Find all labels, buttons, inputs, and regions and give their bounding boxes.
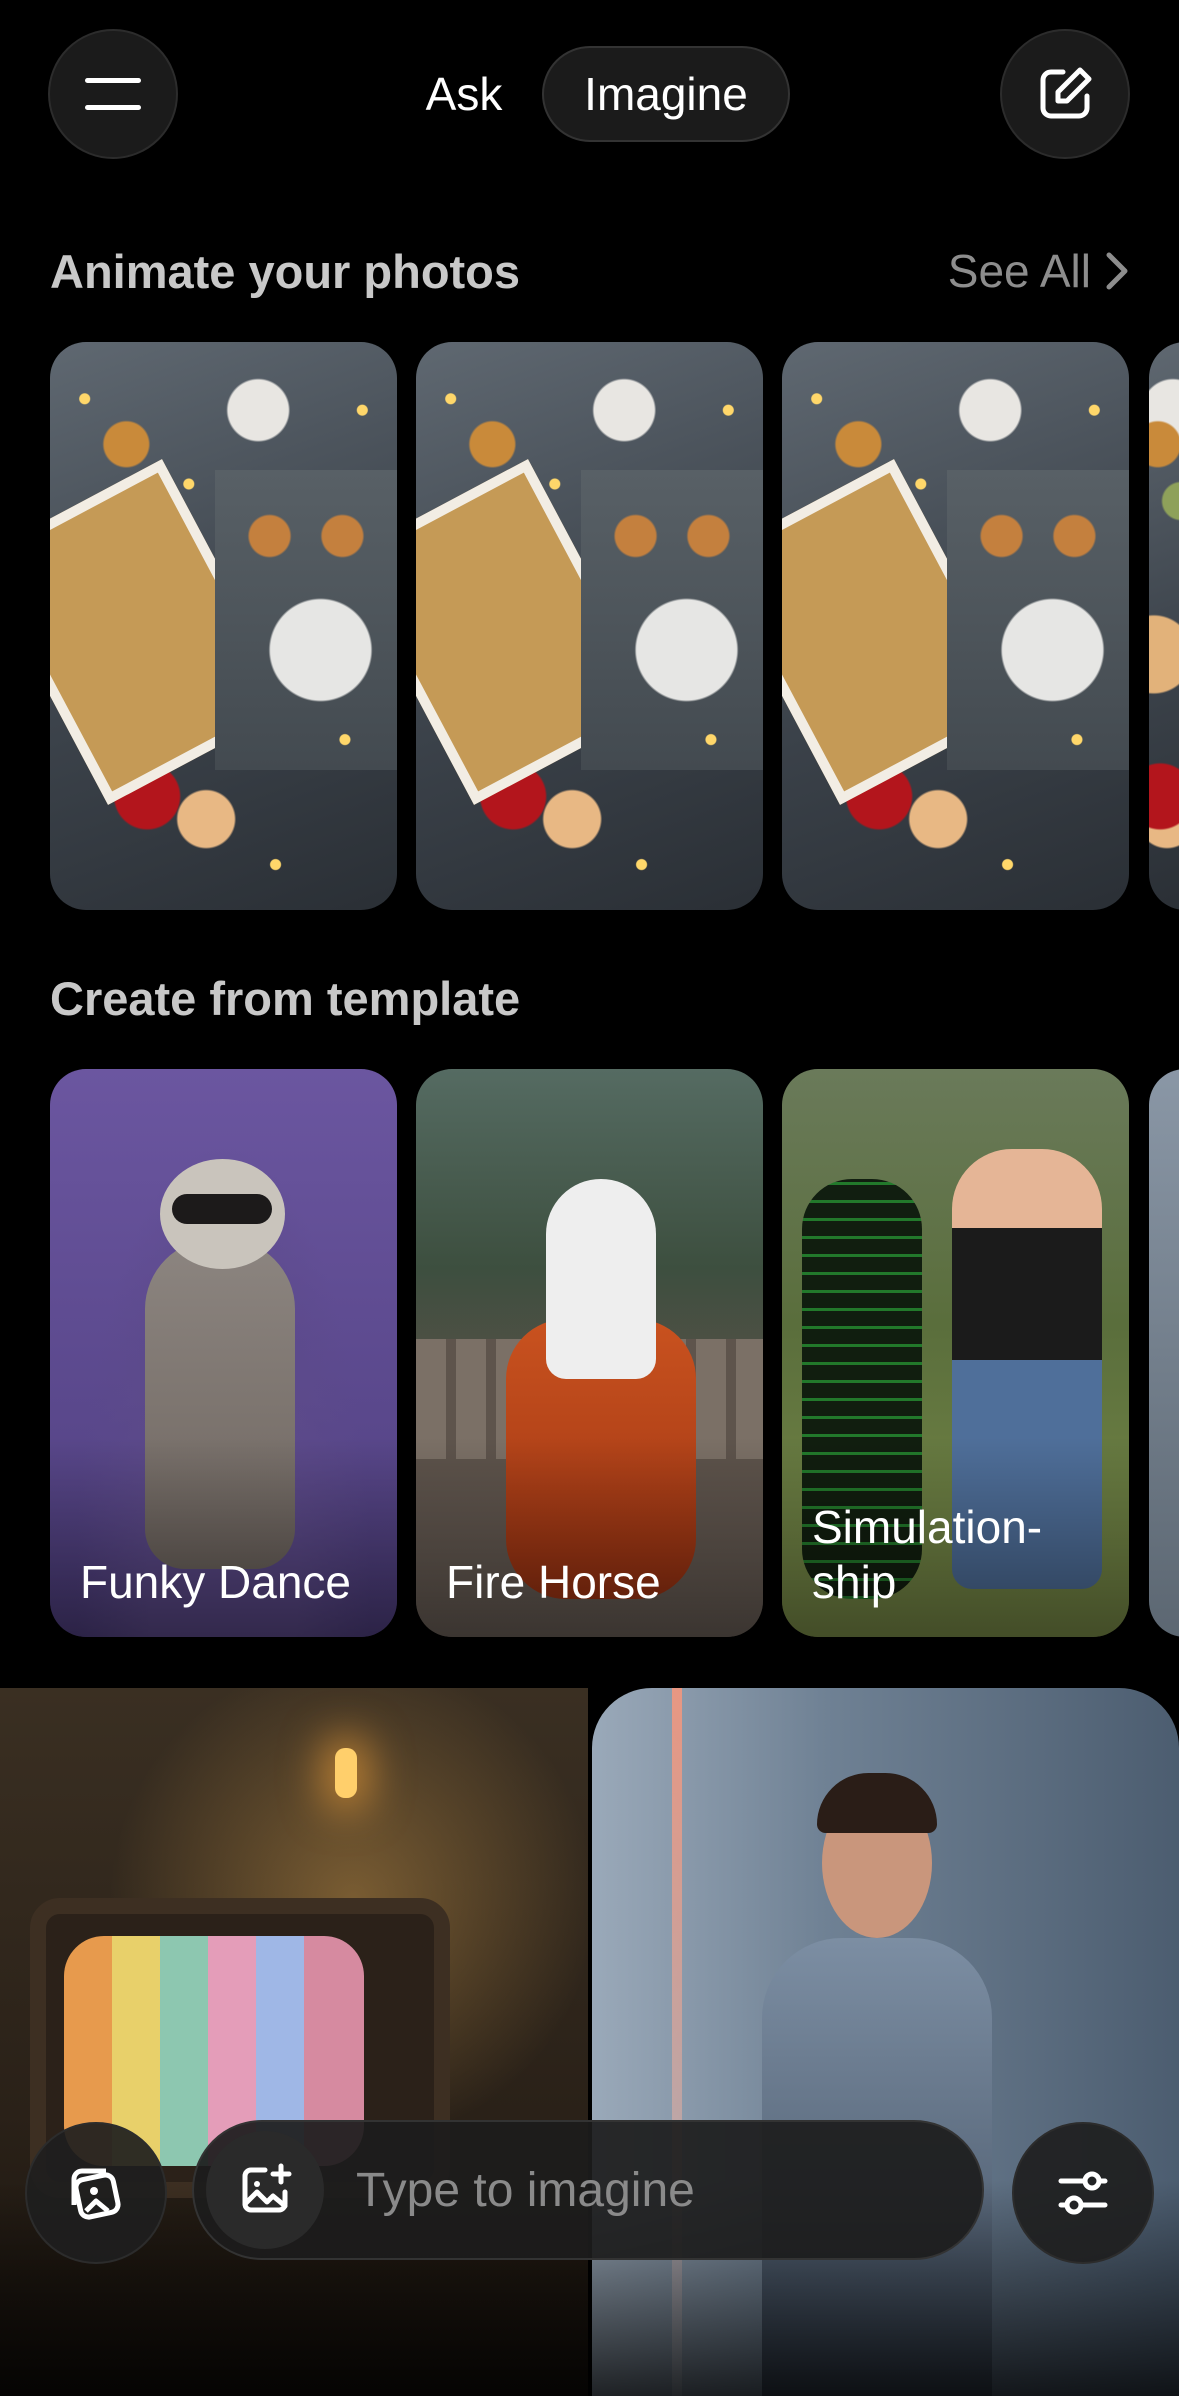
photo-card-2[interactable] bbox=[416, 342, 763, 910]
template-card-fire-horse[interactable]: Fire Horse bbox=[416, 1069, 763, 1637]
sliders-icon bbox=[1058, 2171, 1108, 2215]
see-all-label: See All bbox=[947, 245, 1091, 297]
template-card-simulationship[interactable]: Simulation- ship bbox=[782, 1069, 1129, 1637]
template-label: Fire Horse bbox=[446, 1555, 661, 1608]
template-label: Simulation- ship bbox=[812, 1501, 1043, 1608]
photo-card-4-peek[interactable] bbox=[1149, 342, 1179, 910]
see-all-link[interactable]: See All bbox=[948, 244, 1129, 298]
section-title-animate: Animate your photos bbox=[50, 245, 521, 298]
photo-card-1[interactable] bbox=[50, 342, 397, 910]
template-label: Funky Dance bbox=[80, 1555, 352, 1608]
tab-imagine[interactable]: Imagine bbox=[542, 46, 790, 142]
photo-card-3[interactable] bbox=[782, 342, 1129, 910]
menu-button[interactable] bbox=[48, 29, 178, 159]
new-chat-button[interactable] bbox=[1000, 29, 1130, 159]
template-card-4-peek[interactable] bbox=[1149, 1069, 1179, 1637]
prompt-input[interactable] bbox=[354, 2161, 918, 2219]
chevron-right-icon bbox=[1106, 252, 1128, 290]
template-card-funky-dance[interactable]: Funky Dance bbox=[50, 1069, 397, 1637]
lamp bbox=[335, 1748, 357, 1798]
edit-icon bbox=[1040, 67, 1092, 119]
gallery-icon bbox=[71, 2168, 121, 2220]
menu-icon bbox=[85, 78, 141, 110]
tab-ask[interactable]: Ask bbox=[404, 46, 524, 142]
prompt-composer[interactable] bbox=[192, 2120, 984, 2260]
settings-button[interactable] bbox=[1012, 2122, 1154, 2264]
gallery-button[interactable] bbox=[25, 2122, 167, 2264]
add-image-icon bbox=[242, 2163, 292, 2213]
section-title-template: Create from template bbox=[50, 972, 521, 1025]
add-image-button[interactable] bbox=[206, 2131, 324, 2249]
